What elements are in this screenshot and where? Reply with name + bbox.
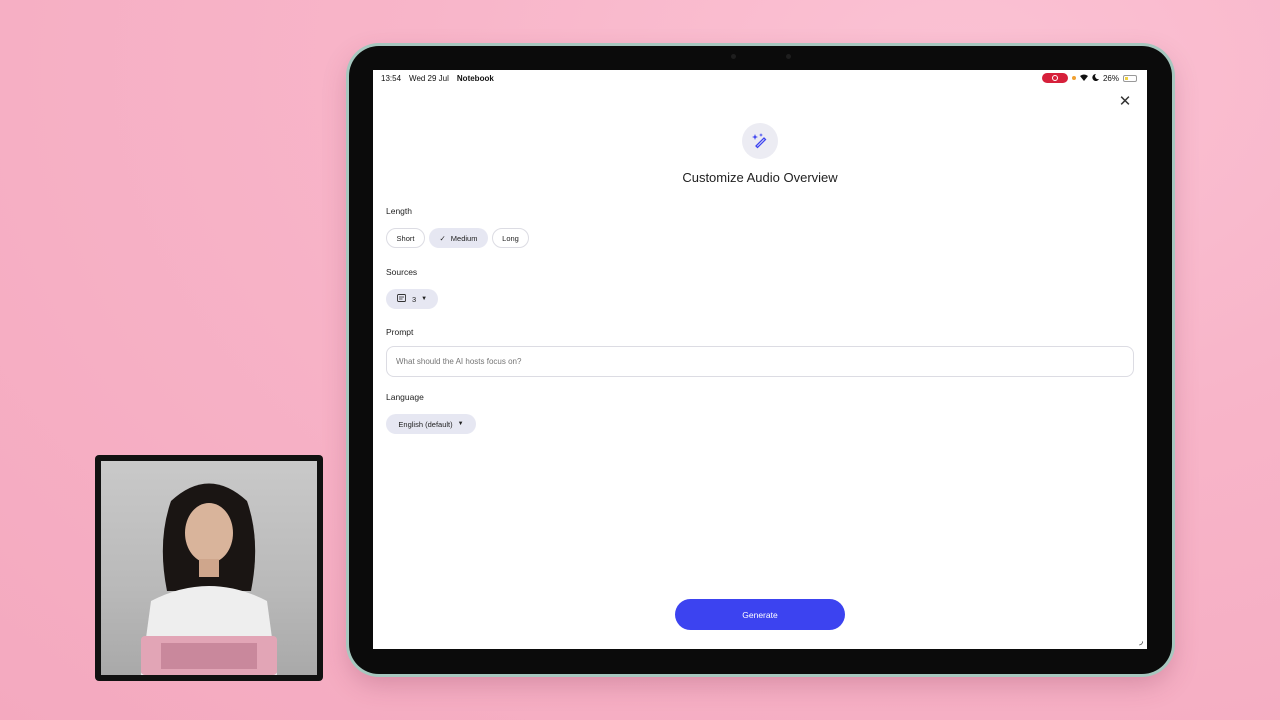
prompt-input[interactable] [386, 346, 1134, 377]
check-icon: ✓ [439, 233, 446, 243]
resize-corner-icon: ◞ [1139, 636, 1143, 647]
close-icon[interactable]: ✕ [1117, 94, 1133, 110]
chevron-down-icon: ▼ [457, 421, 464, 427]
dialog-title: Customize Audio Overview [682, 170, 838, 185]
battery-icon [1123, 74, 1137, 82]
length-chip-label: Long [502, 233, 519, 243]
moon-icon [1092, 73, 1099, 83]
prompt-label: Prompt [386, 327, 414, 337]
magic-wand-sparkle-icon [742, 123, 778, 159]
status-date: Wed 29 Jul [409, 74, 449, 83]
battery-percent: 26% [1102, 73, 1119, 83]
status-bar: 13:54 Wed 29 Jul Notebook 26% [373, 70, 1147, 86]
presenter-image [141, 483, 277, 675]
length-chip-label: Medium [450, 233, 478, 243]
sources-dropdown[interactable]: 3 ▼ [386, 289, 438, 309]
front-camera [731, 54, 736, 59]
length-label: Length [386, 206, 412, 216]
screen-record-indicator [1041, 73, 1068, 83]
front-sensor [786, 54, 791, 59]
tablet-device: 13:54 Wed 29 Jul Notebook 26% ✕ Customiz… [349, 46, 1172, 674]
sources-label: Sources [386, 267, 418, 277]
language-dropdown[interactable]: English (default) ▼ [386, 414, 476, 434]
status-time: 13:54 [381, 74, 402, 83]
length-chip-label: Short [396, 233, 415, 243]
length-chip-short[interactable]: Short [386, 228, 425, 248]
chevron-down-icon: ▼ [421, 296, 428, 302]
language-selected: English (default) [398, 419, 453, 429]
webcam-overlay [95, 455, 323, 681]
wifi-icon [1079, 74, 1088, 83]
status-app-name: Notebook [456, 74, 494, 83]
sources-count: 3 [411, 294, 417, 304]
length-chip-medium[interactable]: ✓ Medium [429, 228, 488, 248]
webcam-video [101, 461, 317, 675]
mic-indicator-dot [1071, 76, 1076, 80]
document-icon [396, 294, 406, 304]
language-label: Language [386, 392, 424, 402]
app-screen: 13:54 Wed 29 Jul Notebook 26% ✕ Customiz… [373, 70, 1147, 649]
length-chip-long[interactable]: Long [492, 228, 529, 248]
generate-button[interactable]: Generate [675, 599, 845, 630]
